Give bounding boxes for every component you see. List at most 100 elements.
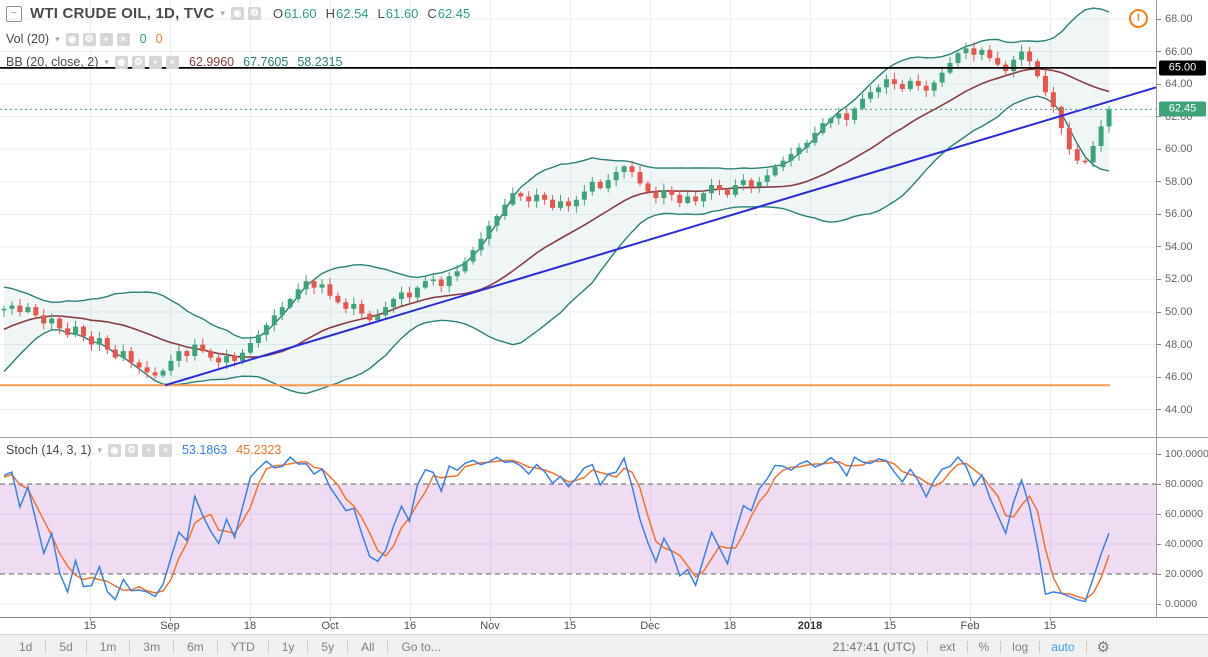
axis-tick [1157,278,1161,280]
goto-button[interactable]: Go to... [388,640,453,654]
volume-indicator-label[interactable]: Vol (20) [6,32,49,46]
axis-tick-label: 68.00 [1165,13,1193,25]
log-scale-button[interactable]: log [1001,640,1039,654]
ohlc-readout: O61.60 H62.54 L61.60 C62.45 [273,6,470,21]
add-icon[interactable]: + [148,55,162,69]
axis-tick-label: 80.0000 [1165,478,1203,490]
axis-tick [1157,409,1161,411]
axis-tick [1157,543,1161,545]
chart-area[interactable]: − WTI CRUDE OIL, 1D, TVC ▾ ◉ ⚙ O61.60 H6… [0,0,1156,617]
axis-tick-label: 60.0000 [1165,508,1203,520]
visibility-icon[interactable]: ◉ [108,443,121,457]
visibility-icon[interactable]: ◉ [114,55,128,69]
range-button-All[interactable]: All [348,640,387,654]
time-axis-label: Oct [321,620,339,632]
clock-label[interactable]: 21:47:41 (UTC) [821,640,928,654]
time-axis-label: 15 [883,620,897,632]
range-button-YTD[interactable]: YTD [218,640,268,654]
chart-canvas[interactable] [0,0,1156,617]
time-axis-label: 16 [403,620,417,632]
stoch-overbought-oversold-band [0,484,1156,574]
add-icon[interactable]: + [142,443,155,457]
settings-icon[interactable]: ⚙ [247,7,261,20]
axis-tick-label: 0.0000 [1165,598,1198,610]
gear-icon[interactable]: ⚙ [1087,638,1120,656]
close-value: 62.45 [437,6,471,21]
axis-tick [1157,513,1161,515]
axis-tick-label: 20.0000 [1165,568,1203,580]
time-axis-label: Nov [480,620,500,632]
close-label: C [427,6,437,21]
range-button-6m[interactable]: 6m [174,640,217,654]
close-icon[interactable]: × [116,32,130,46]
axis-tick [1157,344,1161,346]
range-buttons: 1d 5d 1m 3m 6m YTD 1y 5y All Go to... [6,640,454,654]
bollinger-legend: BB (20, close, 2) ▾ ◉ ⚙ + × 62.9960 67.7… [6,55,343,69]
volume-legend: Vol (20) ▾ ◉ ⚙ + × 0 0 [6,32,163,46]
range-button-5y[interactable]: 5y [308,640,347,654]
time-axis-label: Feb [960,620,980,632]
symbol-title[interactable]: WTI CRUDE OIL, 1D, TVC [30,5,214,22]
settings-icon[interactable]: ⚙ [131,55,145,69]
chevron-down-icon[interactable]: ▾ [220,8,225,19]
collapse-pane-icon[interactable]: − [6,5,22,22]
time-axis-label: Dec [640,620,660,632]
axis-tick [1157,18,1161,20]
add-icon[interactable]: + [99,32,113,46]
visibility-icon[interactable]: ◉ [65,32,79,46]
settings-icon[interactable]: ⚙ [125,443,138,457]
percent-scale-button[interactable]: % [968,640,1001,654]
bottom-toolbar: 1d 5d 1m 3m 6m YTD 1y 5y All Go to... 21:47:41 (U… [0,634,1208,657]
range-button-1d[interactable]: 1d [6,640,45,654]
close-icon[interactable]: × [159,443,172,457]
range-button-3m[interactable]: 3m [130,640,173,654]
chevron-down-icon[interactable]: ▾ [104,57,109,68]
toolbar-right-controls: 21:47:41 (UTC) ext % log auto ⚙ [821,638,1120,656]
chevron-down-icon[interactable]: ▾ [97,445,102,456]
visibility-icon[interactable]: ◉ [230,7,244,20]
price-label-chip: 62.45 [1159,101,1206,117]
range-button-1y[interactable]: 1y [269,640,308,654]
range-button-1m[interactable]: 1m [87,640,130,654]
time-axis-label: 2018 [797,620,823,632]
axis-tick [1157,573,1161,575]
axis-tick-label: 56.00 [1165,208,1193,221]
time-axis-label: 15 [83,620,97,632]
close-icon[interactable]: × [165,55,179,69]
bb-lower-value: 58.2315 [297,55,343,69]
axis-tick [1157,181,1161,183]
warning-icon[interactable]: ! [1129,9,1148,28]
axis-tick-label: 44.00 [1165,403,1193,416]
axis-tick-label: 60.00 [1165,143,1193,156]
bollinger-indicator-label[interactable]: BB (20, close, 2) [6,55,98,69]
time-axis-label: 18 [723,620,737,632]
axis-tick [1157,311,1161,313]
trendline[interactable] [164,86,1156,387]
axis-tick-label: 52.00 [1165,273,1193,286]
axis-tick [1157,213,1161,215]
extended-hours-button[interactable]: ext [928,640,966,654]
stoch-indicator-label[interactable]: Stoch (14, 3, 1) [6,443,91,457]
stochastic-legend: Stoch (14, 3, 1) ▾ ◉ ⚙ + × 53.1863 45.23… [6,443,281,457]
chevron-down-icon[interactable]: ▾ [55,34,60,45]
auto-scale-button[interactable]: auto [1040,640,1085,654]
range-button-5d[interactable]: 5d [46,640,85,654]
axis-tick-label: 50.00 [1165,306,1193,319]
stoch-d-value: 45.2323 [236,443,282,457]
axis-tick [1157,246,1161,248]
open-value: 61.60 [284,6,317,21]
axis-tick-label: 100.0000 [1165,448,1208,460]
low-label: L [377,6,385,21]
time-axis[interactable]: 15 Sep 18 Oct 16 Nov 15 Dec 18 2018 15 Feb 15 [0,617,1208,634]
tradingview-chart-window: − WTI CRUDE OIL, 1D, TVC ▾ ◉ ⚙ O61.60 H6… [0,0,1208,657]
open-label: O [272,6,284,21]
price-axis[interactable]: 68.0066.0064.0062.0060.0058.0056.0054.00… [1156,0,1208,617]
axis-tick-label: 54.00 [1165,240,1193,253]
axis-tick [1157,51,1161,53]
axis-tick-label: 46.00 [1165,371,1193,384]
time-axis-label: 18 [243,620,257,632]
axis-tick-label: 66.00 [1165,45,1193,58]
axis-tick-label: 58.00 [1165,175,1193,188]
settings-icon[interactable]: ⚙ [82,32,96,46]
volume-value-1: 0 [139,32,147,46]
